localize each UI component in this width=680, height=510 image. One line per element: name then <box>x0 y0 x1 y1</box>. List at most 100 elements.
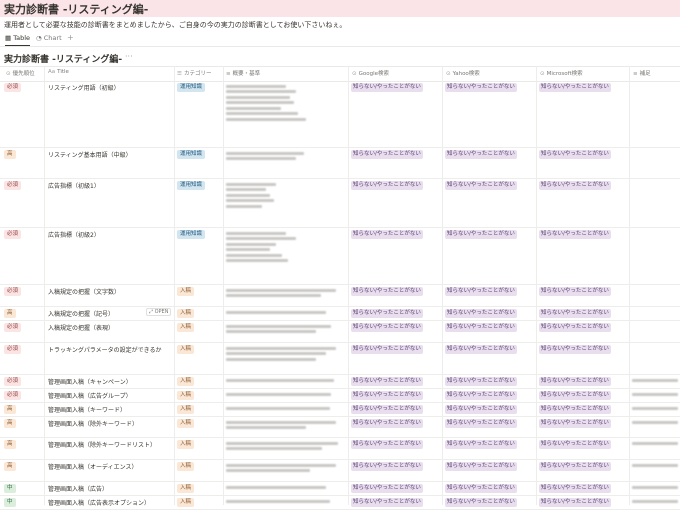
tab-chart[interactable]: ◔ Chart <box>36 34 62 42</box>
row-title[interactable]: リスティング基本用語（中級） <box>48 150 132 159</box>
summary-cell[interactable] <box>226 377 344 384</box>
priority-tag[interactable]: 高 <box>4 150 16 159</box>
row-title[interactable]: トラッキングパラメータの設定ができるか <box>48 345 162 354</box>
microsoft-status-tag[interactable]: 知らない/やったことがない <box>539 309 611 318</box>
category-tag[interactable]: 入稿 <box>177 391 195 400</box>
column-header-priority[interactable]: ⊙ 優先順位 <box>6 69 35 77</box>
summary-cell[interactable] <box>226 419 344 432</box>
row-title[interactable]: 管理画面入稿（広告表示オプション） <box>48 498 150 507</box>
yahoo-status-tag[interactable]: 知らない/やったことがない <box>445 405 517 414</box>
google-status-tag[interactable]: 知らない/やったことがない <box>351 498 423 507</box>
supplement-cell[interactable] <box>632 440 678 447</box>
category-tag[interactable]: 入稿 <box>177 405 195 414</box>
summary-cell[interactable] <box>226 405 344 412</box>
summary-cell[interactable] <box>226 462 344 475</box>
tab-table[interactable]: ▦ Table <box>5 34 31 46</box>
yahoo-status-tag[interactable]: 知らない/やったことがない <box>445 287 517 296</box>
category-tag[interactable]: 入稿 <box>177 419 195 428</box>
microsoft-status-tag[interactable]: 知らない/やったことがない <box>539 377 611 386</box>
google-status-tag[interactable]: 知らない/やったことがない <box>351 419 423 428</box>
table-row[interactable]: 高 管理画面入稿（除外キーワードリスト） 入稿 知らない/やったことがない 知らない/や… <box>0 437 680 460</box>
google-status-tag[interactable]: 知らない/やったことがない <box>351 484 423 493</box>
yahoo-status-tag[interactable]: 知らない/やったことがない <box>445 377 517 386</box>
column-header-category[interactable]: ☰ カテゴリー <box>177 69 211 77</box>
priority-tag[interactable]: 高 <box>4 440 16 449</box>
row-title[interactable]: 入稿規定の把握（文字数） <box>48 287 120 296</box>
column-header-microsoft[interactable]: ⊙ Microsoft検索 <box>540 69 583 77</box>
column-header-google[interactable]: ⊙ Google検索 <box>352 69 389 77</box>
summary-cell[interactable] <box>226 309 344 316</box>
microsoft-status-tag[interactable]: 知らない/やったことがない <box>539 498 611 507</box>
microsoft-status-tag[interactable]: 知らない/やったことがない <box>539 440 611 449</box>
priority-tag[interactable]: 必須 <box>4 287 22 296</box>
priority-tag[interactable]: 高 <box>4 462 16 471</box>
summary-cell[interactable] <box>226 181 344 210</box>
table-row[interactable]: 必須 管理画面入稿（キャンペーン） 入稿 知らない/やったことがない 知らない/やったこ… <box>0 374 680 389</box>
table-row[interactable]: 必須 トラッキングパラメータの設定ができるか 入稿 知らない/やったことがない 知らない… <box>0 342 680 375</box>
table-row[interactable]: 必須 広告指標（初級2） 運用知識 知らない/やったことがない 知らない/やったことがな… <box>0 227 680 285</box>
row-title[interactable]: リスティング用語（初級） <box>48 83 120 92</box>
priority-tag[interactable]: 必須 <box>4 181 22 190</box>
priority-tag[interactable]: 必須 <box>4 323 22 332</box>
priority-tag[interactable]: 必須 <box>4 83 22 92</box>
google-status-tag[interactable]: 知らない/やったことがない <box>351 345 423 354</box>
row-title[interactable]: 入稿規定の把握（表現） <box>48 323 114 332</box>
table-row[interactable]: 高 管理画面入稿（キーワード） 入稿 知らない/やったことがない 知らない/やったことが… <box>0 402 680 417</box>
table-row[interactable]: 必須 入稿規定の把握（文字数） 入稿 知らない/やったことがない 知らない/やったことが… <box>0 284 680 307</box>
column-header-title[interactable]: Aa Title <box>48 69 69 75</box>
supplement-cell[interactable] <box>632 462 678 469</box>
yahoo-status-tag[interactable]: 知らない/やったことがない <box>445 309 517 318</box>
supplement-cell[interactable] <box>632 498 678 505</box>
yahoo-status-tag[interactable]: 知らない/やったことがない <box>445 462 517 471</box>
row-title[interactable]: 入稿規定の把握（記号） <box>48 309 114 318</box>
priority-tag[interactable]: 高 <box>4 309 16 318</box>
yahoo-status-tag[interactable]: 知らない/やったことがない <box>445 484 517 493</box>
yahoo-status-tag[interactable]: 知らない/やったことがない <box>445 323 517 332</box>
priority-tag[interactable]: 高 <box>4 405 16 414</box>
google-status-tag[interactable]: 知らない/やったことがない <box>351 377 423 386</box>
summary-cell[interactable] <box>226 345 344 363</box>
microsoft-status-tag[interactable]: 知らない/やったことがない <box>539 230 611 239</box>
google-status-tag[interactable]: 知らない/やったことがない <box>351 309 423 318</box>
yahoo-status-tag[interactable]: 知らない/やったことがない <box>445 345 517 354</box>
yahoo-status-tag[interactable]: 知らない/やったことがない <box>445 150 517 159</box>
priority-tag[interactable]: 中 <box>4 484 16 493</box>
database-title[interactable]: 実力診断書 -リスティング編- <box>4 52 122 65</box>
summary-cell[interactable] <box>226 230 344 265</box>
yahoo-status-tag[interactable]: 知らない/やったことがない <box>445 498 517 507</box>
google-status-tag[interactable]: 知らない/やったことがない <box>351 181 423 190</box>
summary-cell[interactable] <box>226 440 344 453</box>
row-title[interactable]: 広告指標（初級2） <box>48 230 100 239</box>
row-title[interactable]: 管理画面入稿（広告グループ） <box>48 391 132 400</box>
microsoft-status-tag[interactable]: 知らない/やったことがない <box>539 419 611 428</box>
category-tag[interactable]: 入稿 <box>177 377 195 386</box>
microsoft-status-tag[interactable]: 知らない/やったことがない <box>539 287 611 296</box>
category-tag[interactable]: 運用知識 <box>177 181 206 190</box>
summary-cell[interactable] <box>226 391 344 398</box>
row-title[interactable]: 管理画面入稿（キャンペーン） <box>48 377 132 386</box>
google-status-tag[interactable]: 知らない/やったことがない <box>351 150 423 159</box>
priority-tag[interactable]: 必須 <box>4 230 22 239</box>
category-tag[interactable]: 入稿 <box>177 309 195 318</box>
category-tag[interactable]: 運用知識 <box>177 230 206 239</box>
microsoft-status-tag[interactable]: 知らない/やったことがない <box>539 323 611 332</box>
summary-cell[interactable] <box>226 287 344 300</box>
google-status-tag[interactable]: 知らない/やったことがない <box>351 230 423 239</box>
yahoo-status-tag[interactable]: 知らない/やったことがない <box>445 181 517 190</box>
microsoft-status-tag[interactable]: 知らない/やったことがない <box>539 405 611 414</box>
priority-tag[interactable]: 必須 <box>4 377 22 386</box>
google-status-tag[interactable]: 知らない/やったことがない <box>351 391 423 400</box>
supplement-cell[interactable] <box>632 377 678 384</box>
table-row[interactable]: 高 管理画面入稿（除外キーワード） 入稿 知らない/やったことがない 知らない/やったこ… <box>0 416 680 438</box>
column-header-supplement[interactable]: ≡ 補足 <box>633 69 651 77</box>
category-tag[interactable]: 入稿 <box>177 287 195 296</box>
database-more-button[interactable]: ··· <box>125 52 133 61</box>
row-title[interactable]: 管理画面入稿（オーディエンス） <box>48 462 137 471</box>
supplement-cell[interactable] <box>632 391 678 398</box>
summary-cell[interactable] <box>226 150 344 163</box>
yahoo-status-tag[interactable]: 知らない/やったことがない <box>445 83 517 92</box>
priority-tag[interactable]: 必須 <box>4 391 22 400</box>
microsoft-status-tag[interactable]: 知らない/やったことがない <box>539 391 611 400</box>
table-row[interactable]: 必須 入稿規定の把握（表現） 入稿 知らない/やったことがない 知らない/やったことがな… <box>0 320 680 343</box>
table-row[interactable]: 必須 リスティング用語（初級） 運用知識 知らない/やったことがない 知らない/やったこ… <box>0 80 680 148</box>
